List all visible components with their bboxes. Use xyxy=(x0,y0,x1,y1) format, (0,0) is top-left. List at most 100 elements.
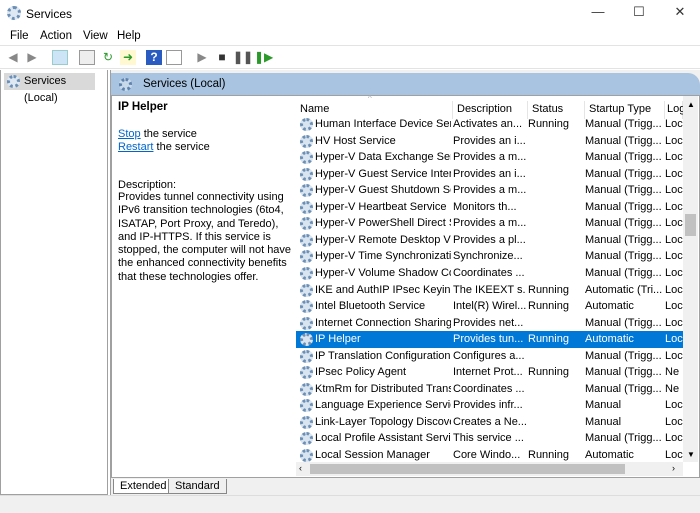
scroll-up-icon[interactable]: ▲ xyxy=(687,100,695,109)
service-row[interactable]: Hyper-V Heartbeat Service Monitors th... M… xyxy=(296,199,683,216)
service-status-cell: Running xyxy=(528,366,569,379)
service-description-cell: Provides a pl... xyxy=(453,233,526,246)
service-status-cell: Running xyxy=(528,300,569,313)
service-startup-type-cell: Manual (Trigg... xyxy=(585,382,662,395)
service-startup-type-cell: Manual (Trigg... xyxy=(585,217,662,230)
service-row[interactable]: HV Host Service Provides an i... Manual (T… xyxy=(296,133,683,150)
service-row[interactable]: Intel Bluetooth Service Intel(R) Wirel...… xyxy=(296,298,683,315)
service-gear-icon xyxy=(300,266,313,280)
service-detail-panel: IP Helper Stop the service Restart the s… xyxy=(118,101,293,284)
service-startup-type-cell: Manual (Trigg... xyxy=(585,167,662,180)
service-log-on-cell: Loc xyxy=(665,266,683,279)
service-startup-type-cell: Manual (Trigg... xyxy=(585,118,662,130)
start-service-icon[interactable]: ▶ xyxy=(194,50,210,65)
service-row[interactable]: IKE and AuthIP IPsec Keying ...The IKEEX… xyxy=(296,282,683,299)
restart-service-link[interactable]: Restart xyxy=(118,141,153,153)
service-name-cell: KtmRm for Distributed Trans... xyxy=(315,382,451,395)
service-row[interactable]: Hyper-V Volume Shadow Co... Coordinates .… xyxy=(296,265,683,282)
service-gear-icon xyxy=(300,399,313,413)
service-row[interactable]: KtmRm for Distributed Trans... Coordinate… xyxy=(296,381,683,398)
services-gear-icon xyxy=(7,6,21,20)
service-row[interactable]: IPsec Policy Agent Internet Prot... Runnin… xyxy=(296,364,683,381)
tab-standard[interactable]: Standard xyxy=(168,479,227,494)
service-startup-type-cell: Automatic (Tri... xyxy=(585,283,663,296)
tab-extended[interactable]: Extended xyxy=(113,479,174,494)
pause-service-icon[interactable]: ❚❚ xyxy=(233,50,253,65)
horizontal-scrollbar[interactable]: ‹ › xyxy=(296,462,683,476)
service-name-cell: Internet Connection Sharing... xyxy=(315,316,451,329)
vertical-scroll-thumb[interactable] xyxy=(685,214,696,236)
stop-service-icon[interactable]: ■ xyxy=(214,50,230,65)
service-startup-type-cell: Manual (Trigg... xyxy=(585,200,662,213)
service-log-on-cell: Loc xyxy=(665,184,683,197)
service-gear-icon xyxy=(300,200,313,214)
service-gear-icon xyxy=(300,382,313,396)
services-pane: Services (Local) IP Helper Stop the serv… xyxy=(110,70,700,495)
service-status-cell: Running xyxy=(528,118,569,130)
service-row[interactable]: Hyper-V Guest Service Interf... Provides … xyxy=(296,166,683,183)
scroll-left-icon[interactable]: ‹ xyxy=(299,463,302,473)
service-gear-icon xyxy=(300,151,313,165)
menu-view[interactable]: View xyxy=(83,30,108,42)
stop-service-link[interactable]: Stop xyxy=(118,128,141,140)
service-status-cell: Running xyxy=(528,333,569,346)
properties-icon[interactable] xyxy=(79,50,95,65)
service-description-cell: Provides tun... xyxy=(453,333,524,346)
service-name-cell: Hyper-V Guest Service Interf... xyxy=(315,167,451,180)
service-row[interactable]: Hyper-V Remote Desktop Vi... Provides a p… xyxy=(296,232,683,249)
service-row[interactable]: Hyper-V Time Synchronizati... Synchronize… xyxy=(296,248,683,265)
scroll-right-icon[interactable]: › xyxy=(672,463,675,473)
service-row[interactable]: Language Experience Service Provides infr… xyxy=(296,397,683,414)
service-row[interactable]: Human Interface Device Serv...Activates … xyxy=(296,116,683,133)
service-name-cell: IKE and AuthIP IPsec Keying ... xyxy=(315,283,451,296)
minimize-button[interactable]: — xyxy=(583,4,613,24)
show-action-pane-icon[interactable] xyxy=(166,50,182,65)
service-row[interactable]: Internet Connection Sharing... Provides n… xyxy=(296,315,683,332)
menu-action[interactable]: Action xyxy=(40,30,72,42)
restart-service-icon[interactable]: ❚▶ xyxy=(254,50,273,65)
vertical-scrollbar[interactable]: ▲ ▼ xyxy=(683,96,698,462)
service-row[interactable]: IP Translation Configuration ... Configur… xyxy=(296,348,683,365)
refresh-icon[interactable]: ↻ xyxy=(100,50,116,65)
service-description-cell: Activates an... xyxy=(453,118,523,130)
service-log-on-cell: Loc xyxy=(665,432,683,445)
menu-help[interactable]: Help xyxy=(117,30,141,42)
menu-file[interactable]: File xyxy=(10,30,29,42)
tree-item-services-local[interactable]: Services (Local) xyxy=(4,73,95,104)
help-icon[interactable]: ? xyxy=(146,50,162,65)
service-log-on-cell: Loc xyxy=(665,283,683,296)
service-row[interactable]: Local Profile Assistant Service This serv… xyxy=(296,430,683,447)
close-button[interactable]: ✕ xyxy=(665,4,695,24)
service-gear-icon xyxy=(300,167,313,181)
pane-content: IP Helper Stop the service Restart the s… xyxy=(111,94,700,478)
service-log-on-cell: Loc xyxy=(665,167,683,180)
service-row[interactable]: Hyper-V PowerShell Direct S... Provides a… xyxy=(296,215,683,232)
service-name-cell: HV Host Service xyxy=(315,134,396,147)
service-log-on-cell: Loc xyxy=(665,118,683,130)
title-bar: Services — ☐ ✕ xyxy=(0,0,700,28)
service-log-on-cell: Loc xyxy=(665,233,683,246)
service-status-cell: Running xyxy=(528,283,569,296)
horizontal-scroll-thumb[interactable] xyxy=(310,464,625,474)
service-name-cell: IPsec Policy Agent xyxy=(315,366,407,379)
maximize-button[interactable]: ☐ xyxy=(624,4,654,24)
service-startup-type-cell: Automatic xyxy=(585,300,634,313)
forward-icon[interactable]: ▶ xyxy=(24,50,40,65)
service-row[interactable]: IP Helper Provides tun... Running Automatic… xyxy=(296,331,683,348)
services-gear-icon xyxy=(119,78,132,91)
service-log-on-cell: Loc xyxy=(665,200,683,213)
service-row[interactable]: Hyper-V Guest Shutdown Se... Provides a m… xyxy=(296,182,683,199)
service-log-on-cell: Loc xyxy=(665,399,683,412)
menu-bar: File Action View Help xyxy=(0,28,700,45)
service-row[interactable]: Link-Layer Topology Discove... Creates a … xyxy=(296,414,683,431)
service-row[interactable]: Hyper-V Data Exchange Serv...Provides a … xyxy=(296,149,683,166)
scroll-down-icon[interactable]: ▼ xyxy=(687,450,695,459)
show-hide-console-tree-icon[interactable] xyxy=(52,50,68,65)
back-icon[interactable]: ◀ xyxy=(5,50,21,65)
service-description-cell: Provides a m... xyxy=(453,217,526,230)
service-startup-type-cell: Manual (Trigg... xyxy=(585,366,662,379)
restart-suffix: the service xyxy=(153,141,210,153)
export-list-icon[interactable]: ➜ xyxy=(120,50,136,65)
service-name-cell: IP Helper xyxy=(315,333,361,346)
service-description-cell: Provides infr... xyxy=(453,399,523,412)
